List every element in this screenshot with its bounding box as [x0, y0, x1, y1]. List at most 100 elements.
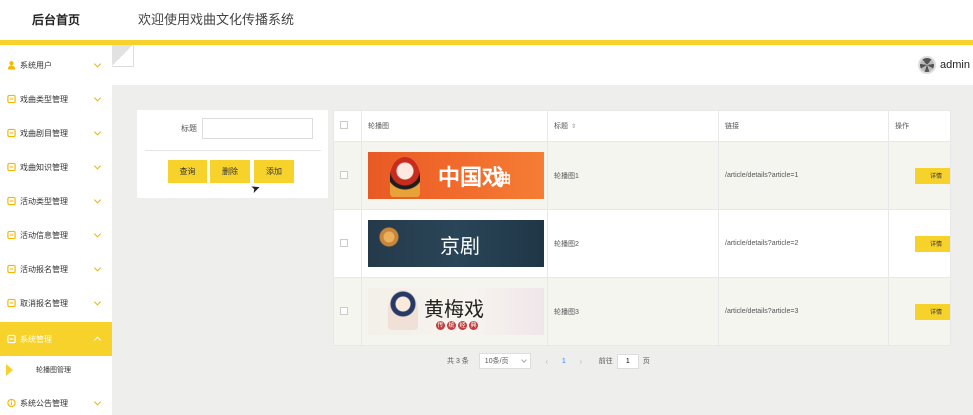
- chevron-down-icon: [93, 398, 102, 406]
- divider: [145, 150, 321, 151]
- next-page-button[interactable]: ›: [575, 353, 587, 369]
- column-header-title-label: 标题: [554, 123, 568, 130]
- detail-button[interactable]: 详情: [915, 235, 950, 252]
- sidebar-item-label: 活动类型管理: [20, 196, 68, 206]
- pagination: 共 3 条 10条/页 ‹ 1 › 前往 页: [447, 353, 650, 369]
- row-checkbox[interactable]: [340, 306, 348, 315]
- goto-label: 前往: [598, 358, 613, 365]
- username[interactable]: admin: [940, 59, 970, 71]
- column-header-title[interactable]: 标题 ⇕: [547, 110, 719, 142]
- chevron-up-icon: [93, 336, 102, 344]
- doc-icon: [7, 230, 16, 240]
- doc-icon: [7, 298, 16, 308]
- sidebar-subitem-carousel[interactable]: 轮播图管理: [0, 357, 112, 383]
- search-button[interactable]: 查询: [168, 160, 207, 183]
- sidebar-subitem-label: 轮播图管理: [36, 367, 71, 374]
- sidebar-item-opera-type[interactable]: 戏曲类型管理: [0, 82, 112, 116]
- doc-icon: [7, 128, 16, 138]
- sidebar-item-label: 取消报名管理: [20, 298, 68, 308]
- row-title: 轮播图3: [547, 277, 719, 346]
- chevron-down-icon: [93, 298, 102, 306]
- chevron-down-icon: [93, 162, 102, 170]
- home-link[interactable]: 后台首页: [0, 0, 112, 40]
- sidebar-item-label: 系统公告管理: [20, 398, 68, 408]
- table-row: 中国戏 曲 轮播图1 /article/details?article=1 详情: [333, 141, 951, 210]
- delete-button[interactable]: 删除: [210, 160, 250, 183]
- sidebar-item-label: 戏曲知识管理: [20, 162, 68, 172]
- chevron-down-icon: [520, 357, 527, 363]
- goto-page-input[interactable]: [616, 353, 639, 369]
- sidebar-item-system-user[interactable]: 系统用户: [0, 48, 112, 82]
- select-all-cell: [333, 110, 362, 142]
- sidebar-item-label: 系统管理: [20, 334, 52, 344]
- title-field-label: 标题: [181, 124, 197, 133]
- avatar[interactable]: [918, 56, 937, 74]
- sort-icon[interactable]: ⇕: [571, 123, 576, 130]
- page-number-current[interactable]: 1: [553, 353, 575, 369]
- column-header-image: 轮播图: [361, 110, 548, 142]
- sidebar-item-activity-info[interactable]: 活动信息管理: [0, 218, 112, 252]
- active-marker-icon: [6, 364, 13, 376]
- banner-text: 黄梅戏: [424, 297, 484, 321]
- sidebar-item-label: 活动信息管理: [20, 230, 68, 240]
- carousel-image: 中国戏 曲: [368, 152, 544, 199]
- chevron-down-icon: [93, 196, 102, 204]
- sidebar-toggle-icon[interactable]: [112, 45, 134, 67]
- row-link: /article/details?article=3: [718, 277, 889, 346]
- banner-text: 曲: [498, 172, 512, 187]
- page-title: 欢迎使用戏曲文化传播系统: [138, 12, 295, 27]
- sidebar-item-activity-signup[interactable]: 活动报名管理: [0, 252, 112, 286]
- doc-icon: [7, 264, 16, 274]
- page-size-value: 10条/页: [484, 358, 509, 365]
- doc-icon: [7, 94, 16, 104]
- carousel-image: 京剧: [368, 220, 544, 267]
- row-title: 轮播图1: [547, 141, 719, 210]
- user-menu[interactable]: admin: [918, 45, 973, 85]
- opera-figure-image: [390, 157, 420, 197]
- chevron-down-icon: [93, 94, 102, 102]
- column-header-action: 操作: [888, 110, 951, 142]
- doc-icon: [7, 196, 16, 206]
- table-row: 黄梅戏 传统经典 轮播图3 /article/details?article=3…: [333, 277, 951, 346]
- carousel-image: 黄梅戏 传统经典: [368, 288, 544, 335]
- detail-button[interactable]: 详情: [915, 167, 950, 184]
- banner-text: 京剧: [440, 234, 480, 258]
- chevron-down-icon: [93, 264, 102, 272]
- row-link: /article/details?article=1: [718, 141, 889, 210]
- info-icon: [7, 398, 16, 408]
- banner-text: 中国戏: [438, 165, 505, 191]
- top-header: 后台首页 欢迎使用戏曲文化传播系统: [0, 0, 973, 40]
- sidebar: 系统用户 戏曲类型管理 戏曲剧目管理 戏曲知识管理 活动类型管理 活动信息管理 …: [0, 45, 112, 415]
- sidebar-item-label: 戏曲剧目管理: [20, 128, 68, 138]
- opera-figure-image: [388, 290, 418, 330]
- tab-bar: [112, 45, 973, 85]
- sidebar-item-label: 系统用户: [20, 60, 52, 70]
- sidebar-item-announcement[interactable]: 系统公告管理: [0, 386, 112, 415]
- table-row: 京剧 轮播图2 /article/details?article=2 详情: [333, 209, 951, 278]
- add-button[interactable]: 添加: [254, 160, 294, 183]
- total-count: 共 3 条: [447, 358, 469, 365]
- chevron-down-icon: [93, 60, 102, 68]
- sidebar-item-opera-knowledge[interactable]: 戏曲知识管理: [0, 150, 112, 184]
- sidebar-item-label: 戏曲类型管理: [20, 94, 68, 104]
- title-search-input[interactable]: [202, 118, 313, 139]
- chevron-down-icon: [93, 230, 102, 238]
- page-size-select[interactable]: 10条/页: [478, 353, 531, 369]
- row-checkbox[interactable]: [340, 238, 348, 247]
- detail-button[interactable]: 详情: [915, 303, 950, 320]
- sidebar-item-cancel-signup[interactable]: 取消报名管理: [0, 286, 112, 320]
- flower-decoration-image: [378, 226, 400, 248]
- search-panel: 标题 查询 删除 添加: [137, 110, 328, 198]
- user-icon: [7, 61, 16, 70]
- doc-icon: [7, 334, 16, 344]
- sidebar-item-opera-repertoire[interactable]: 戏曲剧目管理: [0, 116, 112, 150]
- banner-seal-chars: 传统经典: [436, 321, 478, 330]
- select-all-checkbox[interactable]: [340, 121, 348, 129]
- sidebar-item-label: 活动报名管理: [20, 264, 68, 274]
- column-header-link: 链接: [718, 110, 889, 142]
- sidebar-item-system-management[interactable]: 系统管理: [0, 322, 112, 356]
- row-checkbox[interactable]: [340, 170, 348, 179]
- sidebar-item-activity-type[interactable]: 活动类型管理: [0, 184, 112, 218]
- prev-page-button[interactable]: ‹: [541, 353, 553, 369]
- row-link: /article/details?article=2: [718, 209, 889, 278]
